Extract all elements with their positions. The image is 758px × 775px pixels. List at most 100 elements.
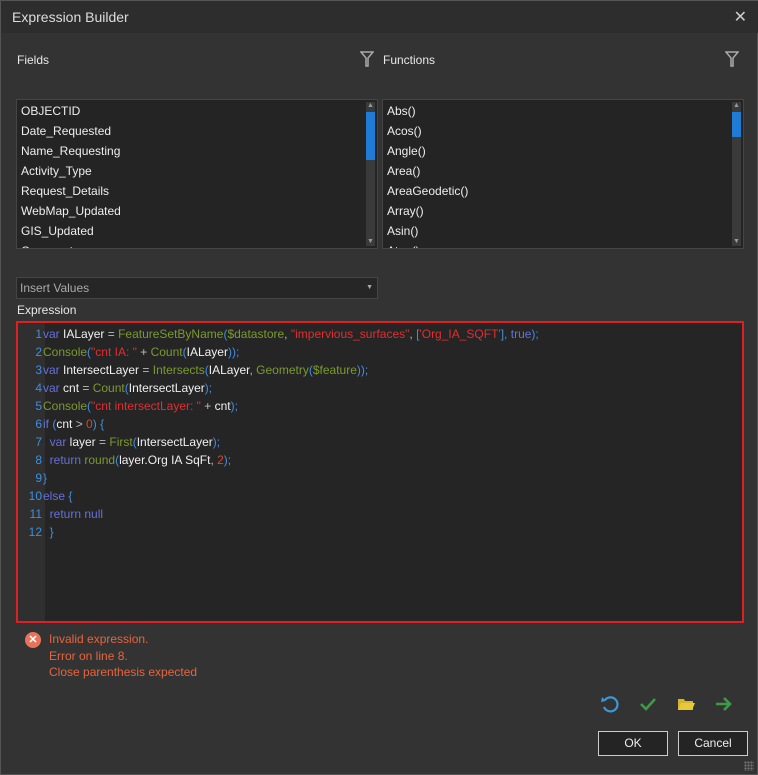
code-token: layer.Org IA SqFt bbox=[119, 453, 211, 467]
list-item[interactable]: Activity_Type bbox=[17, 161, 377, 181]
code-line: 1var IALayer = FeatureSetByName($datasto… bbox=[18, 325, 539, 343]
code-token: } bbox=[43, 525, 54, 539]
functions-list[interactable]: Abs() Acos() Angle() Area() AreaGeodetic() Ar… bbox=[382, 99, 744, 249]
list-item[interactable]: Acos() bbox=[383, 121, 743, 141]
code-token: true bbox=[510, 327, 532, 341]
code-token: IntersectLayer bbox=[128, 381, 205, 395]
line-number: 2 bbox=[35, 345, 42, 359]
code-token: Count bbox=[150, 345, 183, 359]
line-number: 11 bbox=[29, 507, 42, 521]
ok-button[interactable]: OK bbox=[598, 731, 668, 756]
code-token: + bbox=[200, 399, 215, 413]
fields-list[interactable]: OBJECTID Date_Requested Name_Requesting Act… bbox=[16, 99, 378, 249]
error-detail: Close parenthesis expected bbox=[49, 665, 198, 679]
line-number: 10 bbox=[28, 489, 42, 503]
title-bar: Expression Builder ✕ bbox=[1, 1, 758, 33]
code-token: ], bbox=[500, 327, 511, 341]
open-folder-icon[interactable] bbox=[676, 694, 696, 714]
code-token: ) { bbox=[92, 417, 105, 431]
list-item[interactable]: Asin() bbox=[383, 221, 743, 241]
code-token: layer bbox=[69, 435, 96, 449]
code-token: 2 bbox=[217, 453, 224, 467]
code-line: 3var IntersectLayer = Intersects(IALayer… bbox=[18, 361, 539, 379]
code-token: return bbox=[43, 453, 85, 467]
verify-check-icon[interactable] bbox=[638, 694, 658, 714]
expression-editor[interactable]: 1var IALayer = FeatureSetByName($datasto… bbox=[16, 321, 744, 623]
code-token: return null bbox=[43, 507, 104, 521]
code-token: )); bbox=[227, 345, 240, 359]
code-token: Count bbox=[92, 381, 125, 395]
code-token: Console bbox=[43, 345, 88, 359]
fields-filter-icon[interactable] bbox=[360, 51, 374, 67]
list-item[interactable]: Angle() bbox=[383, 141, 743, 161]
list-item[interactable]: Array() bbox=[383, 201, 743, 221]
code-token: "impervious_surfaces" bbox=[290, 327, 410, 341]
code-line: 8 return round(layer.Org IA SqFt, 2); bbox=[18, 451, 539, 469]
insert-values-dropdown[interactable]: Insert Values ▼ bbox=[16, 277, 378, 299]
code-token: cnt bbox=[63, 381, 80, 395]
list-item[interactable]: Date_Requested bbox=[17, 121, 377, 141]
code-token: = bbox=[79, 381, 93, 395]
code-line: 6if (cnt > 0) { bbox=[18, 415, 539, 433]
code-token: ); bbox=[531, 327, 539, 341]
list-item[interactable]: Request_Details bbox=[17, 181, 377, 201]
code-token: { bbox=[68, 489, 73, 503]
insert-values-label: Insert Values bbox=[20, 281, 90, 295]
fields-scrollbar[interactable]: ▲ ▼ bbox=[366, 102, 375, 246]
line-number: 9 bbox=[35, 471, 42, 485]
code-token: "cnt IA: " bbox=[91, 345, 137, 359]
code-token: IALayer bbox=[186, 345, 228, 359]
list-item[interactable]: Atan() bbox=[383, 241, 743, 248]
list-item[interactable]: AreaGeodetic() bbox=[383, 181, 743, 201]
code-token: else bbox=[43, 489, 69, 503]
code-token: ); bbox=[230, 399, 238, 413]
undo-icon[interactable] bbox=[600, 694, 620, 714]
close-icon[interactable]: ✕ bbox=[734, 7, 747, 27]
list-item[interactable]: Name_Requesting bbox=[17, 141, 377, 161]
list-item[interactable]: Comments bbox=[17, 241, 377, 248]
code-line: 5Console("cnt intersectLayer: " + cnt); bbox=[18, 397, 539, 415]
list-item[interactable]: GIS_Updated bbox=[17, 221, 377, 241]
line-number: 1 bbox=[35, 327, 42, 341]
code-token: $datastore bbox=[227, 327, 285, 341]
code-token: IALayer bbox=[208, 363, 250, 377]
code-token: ); bbox=[212, 435, 221, 449]
functions-label: Functions bbox=[383, 53, 436, 67]
list-item[interactable]: Area() bbox=[383, 161, 743, 181]
code-token: "cnt intersectLayer: " bbox=[91, 399, 201, 413]
code-token: = bbox=[139, 363, 153, 377]
list-item[interactable]: OBJECTID bbox=[17, 101, 377, 121]
line-number: 3 bbox=[35, 363, 42, 377]
code-token: IALayer bbox=[63, 327, 105, 341]
code-token: 0 bbox=[86, 417, 93, 431]
list-item[interactable]: Abs() bbox=[383, 101, 743, 121]
code-token: cnt bbox=[56, 417, 73, 431]
code-line: 2Console("cnt IA: " + Count(IALayer)); bbox=[18, 343, 539, 361]
code-token: , bbox=[284, 327, 291, 341]
line-number: 5 bbox=[35, 399, 42, 413]
error-message: Invalid expression. bbox=[49, 632, 149, 646]
cancel-button[interactable]: Cancel bbox=[678, 731, 748, 756]
code-token: var bbox=[43, 327, 64, 341]
code-token: round bbox=[84, 453, 116, 467]
code-token: ); bbox=[223, 453, 232, 467]
code-token: > bbox=[72, 417, 87, 431]
code-token: = bbox=[104, 327, 119, 341]
functions-filter-icon[interactable] bbox=[725, 51, 739, 67]
code-token: Intersects bbox=[152, 363, 205, 377]
arrow-right-icon[interactable] bbox=[714, 694, 734, 714]
line-number: 7 bbox=[35, 435, 42, 449]
functions-scrollbar[interactable]: ▲ ▼ bbox=[732, 102, 741, 246]
code-token: Console bbox=[43, 399, 88, 413]
code-token: IntersectLayer bbox=[136, 435, 213, 449]
code-line: 11 return null bbox=[18, 505, 539, 523]
code-line: 9} bbox=[18, 469, 539, 487]
code-line: 12 } bbox=[18, 523, 539, 541]
code-token: ); bbox=[204, 381, 213, 395]
code-line: 10else { bbox=[18, 487, 539, 505]
resize-grip[interactable] bbox=[744, 761, 754, 771]
list-item[interactable]: WebMap_Updated bbox=[17, 201, 377, 221]
expression-label: Expression bbox=[17, 303, 77, 317]
line-number: 8 bbox=[35, 453, 42, 467]
code-token: cnt bbox=[214, 399, 231, 413]
